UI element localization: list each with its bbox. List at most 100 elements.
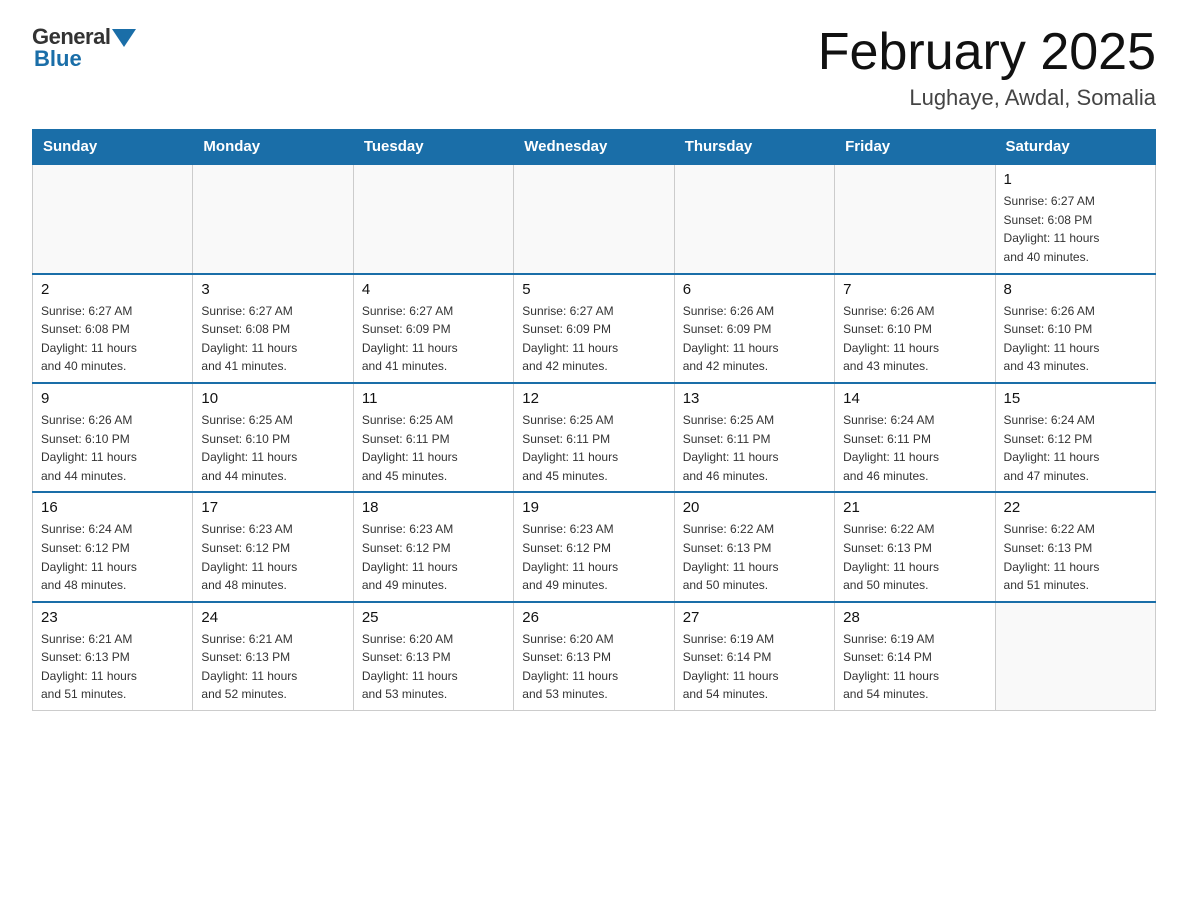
calendar-cell: 3 Sunrise: 6:27 AMSunset: 6:08 PMDaylight… — [193, 274, 353, 383]
day-number: 13 — [683, 390, 826, 407]
day-number: 20 — [683, 499, 826, 516]
calendar-cell: 26 Sunrise: 6:20 AMSunset: 6:13 PMDayligh… — [514, 602, 674, 711]
day-info: Sunrise: 6:24 AMSunset: 6:11 PMDaylight:… — [843, 413, 939, 483]
weekday-header-wednesday: Wednesday — [514, 130, 674, 165]
calendar-table: SundayMondayTuesdayWednesdayThursdayFrid… — [32, 129, 1156, 711]
calendar-week-row: 23 Sunrise: 6:21 AMSunset: 6:13 PMDayligh… — [33, 602, 1156, 711]
calendar-cell: 8 Sunrise: 6:26 AMSunset: 6:10 PMDaylight… — [995, 274, 1155, 383]
day-number: 12 — [522, 390, 665, 407]
calendar-cell: 5 Sunrise: 6:27 AMSunset: 6:09 PMDaylight… — [514, 274, 674, 383]
day-number: 26 — [522, 609, 665, 626]
day-info: Sunrise: 6:25 AMSunset: 6:11 PMDaylight:… — [683, 413, 779, 483]
day-info: Sunrise: 6:27 AMSunset: 6:08 PMDaylight:… — [201, 304, 297, 374]
calendar-cell: 14 Sunrise: 6:24 AMSunset: 6:11 PMDayligh… — [835, 383, 995, 492]
calendar-header: SundayMondayTuesdayWednesdayThursdayFrid… — [33, 130, 1156, 165]
day-info: Sunrise: 6:23 AMSunset: 6:12 PMDaylight:… — [201, 522, 297, 592]
day-info: Sunrise: 6:22 AMSunset: 6:13 PMDaylight:… — [843, 522, 939, 592]
calendar-cell: 22 Sunrise: 6:22 AMSunset: 6:13 PMDayligh… — [995, 492, 1155, 601]
day-info: Sunrise: 6:21 AMSunset: 6:13 PMDaylight:… — [41, 632, 137, 702]
calendar-cell: 21 Sunrise: 6:22 AMSunset: 6:13 PMDayligh… — [835, 492, 995, 601]
day-number: 18 — [362, 499, 505, 516]
calendar-cell — [835, 164, 995, 273]
day-info: Sunrise: 6:19 AMSunset: 6:14 PMDaylight:… — [683, 632, 779, 702]
calendar-cell: 28Sunrise: 6:19 AMSunset: 6:14 PMDayligh… — [835, 602, 995, 711]
day-info: Sunrise: 6:25 AMSunset: 6:10 PMDaylight:… — [201, 413, 297, 483]
calendar-cell: 18 Sunrise: 6:23 AMSunset: 6:12 PMDayligh… — [353, 492, 513, 601]
day-info: Sunrise: 6:24 AMSunset: 6:12 PMDaylight:… — [1004, 413, 1100, 483]
weekday-header-friday: Friday — [835, 130, 995, 165]
weekday-header-tuesday: Tuesday — [353, 130, 513, 165]
calendar-cell: 12 Sunrise: 6:25 AMSunset: 6:11 PMDayligh… — [514, 383, 674, 492]
day-number: 25 — [362, 609, 505, 626]
day-number: 4 — [362, 281, 505, 298]
calendar-cell: 23 Sunrise: 6:21 AMSunset: 6:13 PMDayligh… — [33, 602, 193, 711]
calendar-cell: 16Sunrise: 6:24 AMSunset: 6:12 PMDayligh… — [33, 492, 193, 601]
calendar-cell: 19 Sunrise: 6:23 AMSunset: 6:12 PMDayligh… — [514, 492, 674, 601]
day-number: 1 — [1004, 171, 1147, 188]
day-number: 11 — [362, 390, 505, 407]
day-info: Sunrise: 6:20 AMSunset: 6:13 PMDaylight:… — [522, 632, 618, 702]
day-number: 14 — [843, 390, 986, 407]
calendar-cell — [353, 164, 513, 273]
day-number: 6 — [683, 281, 826, 298]
calendar-cell: 9 Sunrise: 6:26 AMSunset: 6:10 PMDaylight… — [33, 383, 193, 492]
day-info: Sunrise: 6:19 AMSunset: 6:14 PMDaylight:… — [843, 632, 939, 702]
calendar-week-row: 1 Sunrise: 6:27 AMSunset: 6:08 PMDaylight… — [33, 164, 1156, 273]
calendar-week-row: 16Sunrise: 6:24 AMSunset: 6:12 PMDayligh… — [33, 492, 1156, 601]
day-info: Sunrise: 6:26 AMSunset: 6:09 PMDaylight:… — [683, 304, 779, 374]
day-number: 16 — [41, 499, 184, 516]
day-info: Sunrise: 6:27 AMSunset: 6:09 PMDaylight:… — [522, 304, 618, 374]
calendar-cell: 11 Sunrise: 6:25 AMSunset: 6:11 PMDayligh… — [353, 383, 513, 492]
calendar-cell: 17 Sunrise: 6:23 AMSunset: 6:12 PMDayligh… — [193, 492, 353, 601]
calendar-cell: 25 Sunrise: 6:20 AMSunset: 6:13 PMDayligh… — [353, 602, 513, 711]
day-number: 15 — [1004, 390, 1147, 407]
calendar-cell: 1 Sunrise: 6:27 AMSunset: 6:08 PMDaylight… — [995, 164, 1155, 273]
day-number: 23 — [41, 609, 184, 626]
day-info: Sunrise: 6:21 AMSunset: 6:13 PMDaylight:… — [201, 632, 297, 702]
day-info: Sunrise: 6:22 AMSunset: 6:13 PMDaylight:… — [1004, 522, 1100, 592]
day-info: Sunrise: 6:20 AMSunset: 6:13 PMDaylight:… — [362, 632, 458, 702]
day-number: 17 — [201, 499, 344, 516]
calendar-title: February 2025 — [818, 24, 1156, 81]
day-number: 27 — [683, 609, 826, 626]
calendar-cell: 27 Sunrise: 6:19 AMSunset: 6:14 PMDayligh… — [674, 602, 834, 711]
weekday-header-row: SundayMondayTuesdayWednesdayThursdayFrid… — [33, 130, 1156, 165]
calendar-cell: 2 Sunrise: 6:27 AMSunset: 6:08 PMDaylight… — [33, 274, 193, 383]
calendar-cell: 4 Sunrise: 6:27 AMSunset: 6:09 PMDaylight… — [353, 274, 513, 383]
weekday-header-monday: Monday — [193, 130, 353, 165]
calendar-cell: 15 Sunrise: 6:24 AMSunset: 6:12 PMDayligh… — [995, 383, 1155, 492]
calendar-body: 1 Sunrise: 6:27 AMSunset: 6:08 PMDaylight… — [33, 164, 1156, 710]
calendar-week-row: 9 Sunrise: 6:26 AMSunset: 6:10 PMDaylight… — [33, 383, 1156, 492]
day-number: 5 — [522, 281, 665, 298]
day-info: Sunrise: 6:25 AMSunset: 6:11 PMDaylight:… — [362, 413, 458, 483]
weekday-header-thursday: Thursday — [674, 130, 834, 165]
logo-arrow-icon — [112, 29, 136, 47]
calendar-cell — [33, 164, 193, 273]
day-number: 2 — [41, 281, 184, 298]
day-number: 22 — [1004, 499, 1147, 516]
day-info: Sunrise: 6:23 AMSunset: 6:12 PMDaylight:… — [362, 522, 458, 592]
day-number: 24 — [201, 609, 344, 626]
day-number: 21 — [843, 499, 986, 516]
day-info: Sunrise: 6:27 AMSunset: 6:08 PMDaylight:… — [41, 304, 137, 374]
day-number: 8 — [1004, 281, 1147, 298]
page-header: General Blue February 2025 Lughaye, Awda… — [32, 24, 1156, 111]
day-number: 9 — [41, 390, 184, 407]
day-number: 19 — [522, 499, 665, 516]
day-info: Sunrise: 6:27 AMSunset: 6:09 PMDaylight:… — [362, 304, 458, 374]
calendar-cell — [674, 164, 834, 273]
day-info: Sunrise: 6:26 AMSunset: 6:10 PMDaylight:… — [41, 413, 137, 483]
calendar-cell: 6 Sunrise: 6:26 AMSunset: 6:09 PMDaylight… — [674, 274, 834, 383]
calendar-cell: 13 Sunrise: 6:25 AMSunset: 6:11 PMDayligh… — [674, 383, 834, 492]
day-info: Sunrise: 6:23 AMSunset: 6:12 PMDaylight:… — [522, 522, 618, 592]
day-info: Sunrise: 6:25 AMSunset: 6:11 PMDaylight:… — [522, 413, 618, 483]
day-number: 7 — [843, 281, 986, 298]
day-number: 3 — [201, 281, 344, 298]
calendar-location: Lughaye, Awdal, Somalia — [818, 85, 1156, 111]
logo: General Blue — [32, 24, 136, 72]
day-info: Sunrise: 6:27 AMSunset: 6:08 PMDaylight:… — [1004, 194, 1100, 264]
calendar-week-row: 2 Sunrise: 6:27 AMSunset: 6:08 PMDaylight… — [33, 274, 1156, 383]
day-info: Sunrise: 6:26 AMSunset: 6:10 PMDaylight:… — [1004, 304, 1100, 374]
calendar-cell: 10Sunrise: 6:25 AMSunset: 6:10 PMDayligh… — [193, 383, 353, 492]
day-info: Sunrise: 6:26 AMSunset: 6:10 PMDaylight:… — [843, 304, 939, 374]
